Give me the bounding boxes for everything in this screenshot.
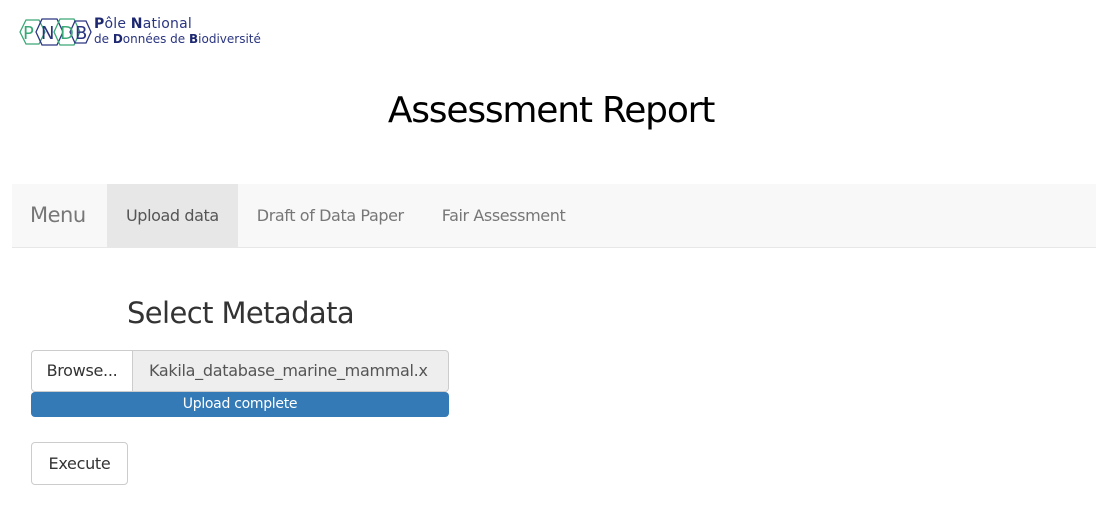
section-title: Select Metadata bbox=[127, 296, 355, 330]
logo-letter-n: N bbox=[41, 23, 54, 44]
execute-button[interactable]: Execute bbox=[31, 442, 128, 485]
browse-button[interactable]: Browse... bbox=[31, 350, 133, 392]
upload-progress-bar: Upload complete bbox=[31, 392, 449, 417]
upload-progress: Upload complete bbox=[31, 392, 449, 417]
tab-upload-data[interactable]: Upload data bbox=[107, 184, 238, 247]
logo-letter-p: P bbox=[23, 23, 34, 44]
logo-letter-b: B bbox=[75, 23, 87, 44]
logo-line-1: Pôle National bbox=[94, 16, 192, 32]
nav-tabs: Upload data Draft of Data Paper Fair Ass… bbox=[107, 184, 584, 247]
file-name-field[interactable]: Kakila_database_marine_mammal.x bbox=[133, 350, 449, 392]
pndb-logo-icon: P N D B bbox=[19, 18, 92, 46]
logo-letter-d: D bbox=[60, 23, 74, 44]
tab-fair-assessment[interactable]: Fair Assessment bbox=[423, 184, 585, 247]
pndb-logo: P N D B Pôle National de Données de Biod… bbox=[12, 10, 272, 56]
navbar: Menu Upload data Draft of Data Paper Fai… bbox=[12, 184, 1096, 248]
logo-line-2: de Données de Biodiversité bbox=[94, 32, 261, 46]
logo-wordmark: Pôle National de Données de Biodiversité bbox=[94, 17, 261, 47]
file-input-group: Browse... Kakila_database_marine_mammal.… bbox=[31, 350, 449, 392]
page-title: Assessment Report bbox=[387, 90, 716, 131]
navbar-brand[interactable]: Menu bbox=[30, 184, 86, 247]
tab-draft-of-data-paper[interactable]: Draft of Data Paper bbox=[238, 184, 423, 247]
